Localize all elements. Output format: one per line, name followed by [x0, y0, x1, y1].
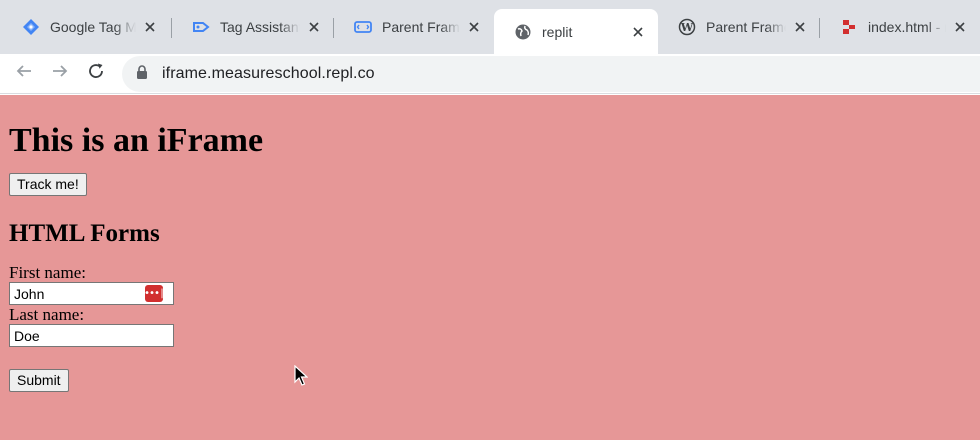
browser-toolbar: iframe.measureschool.repl.co: [0, 54, 980, 94]
tab-tag-assistant[interactable]: Tag Assistant: [172, 8, 334, 46]
first-name-field-wrapper: •••|: [9, 282, 174, 305]
last-name-input[interactable]: [9, 324, 174, 347]
address-bar[interactable]: iframe.measureschool.repl.co: [122, 56, 980, 92]
page-heading: This is an iFrame: [9, 122, 264, 159]
tab-index-html[interactable]: index.html - replit: [820, 8, 980, 46]
google-tag-manager-icon: [22, 18, 40, 36]
forward-button[interactable]: [42, 56, 78, 92]
arrow-left-icon: [15, 62, 33, 85]
reload-button[interactable]: [78, 56, 114, 92]
last-name-field-wrapper: [9, 324, 174, 347]
mouse-cursor-icon: [294, 364, 309, 392]
tab-title: Tag Assistant: [220, 19, 300, 35]
first-name-label: First name:: [9, 263, 86, 282]
address-url: iframe.measureschool.repl.co: [162, 65, 375, 82]
back-button[interactable]: [6, 56, 42, 92]
svg-text:W: W: [680, 21, 694, 34]
close-icon[interactable]: [630, 24, 646, 40]
lock-icon[interactable]: [136, 64, 148, 84]
tab-strip: Google Tag Manager Tag Assistant Parent …: [0, 0, 980, 54]
tab-title: replit: [542, 23, 573, 40]
tab-title: Parent Frame: [706, 19, 786, 35]
replit-icon: [840, 18, 858, 36]
tab-replit[interactable]: replit: [494, 9, 658, 54]
forms-heading: HTML Forms: [9, 220, 160, 247]
password-manager-icon[interactable]: •••|: [144, 285, 165, 302]
tab-parent-frame-wordpress[interactable]: W Parent Frame: [658, 8, 820, 46]
close-icon[interactable]: [952, 19, 968, 35]
tab-parent-frame[interactable]: Parent Frame: [334, 8, 494, 46]
track-me-button[interactable]: Track me!: [9, 173, 87, 196]
tag-assistant-icon: [192, 18, 210, 36]
close-icon[interactable]: [792, 19, 808, 35]
parent-frame-icon: [354, 18, 372, 36]
page-viewport: This is an iFrame Track me! HTML Forms F…: [0, 95, 980, 440]
close-icon[interactable]: [142, 19, 158, 35]
arrow-right-icon: [51, 62, 69, 85]
tab-title: Parent Frame: [382, 19, 460, 35]
tab-google-tag-manager[interactable]: Google Tag Manager: [2, 8, 170, 46]
close-icon[interactable]: [306, 19, 322, 35]
tab-title: Google Tag Manager: [50, 19, 136, 35]
last-name-label: Last name:: [9, 305, 85, 324]
tab-title: index.html - replit: [868, 19, 946, 35]
globe-icon: [514, 23, 532, 41]
close-icon[interactable]: [466, 19, 482, 35]
reload-icon: [87, 62, 105, 85]
wordpress-icon: W: [678, 18, 696, 36]
submit-button[interactable]: Submit: [9, 369, 69, 392]
